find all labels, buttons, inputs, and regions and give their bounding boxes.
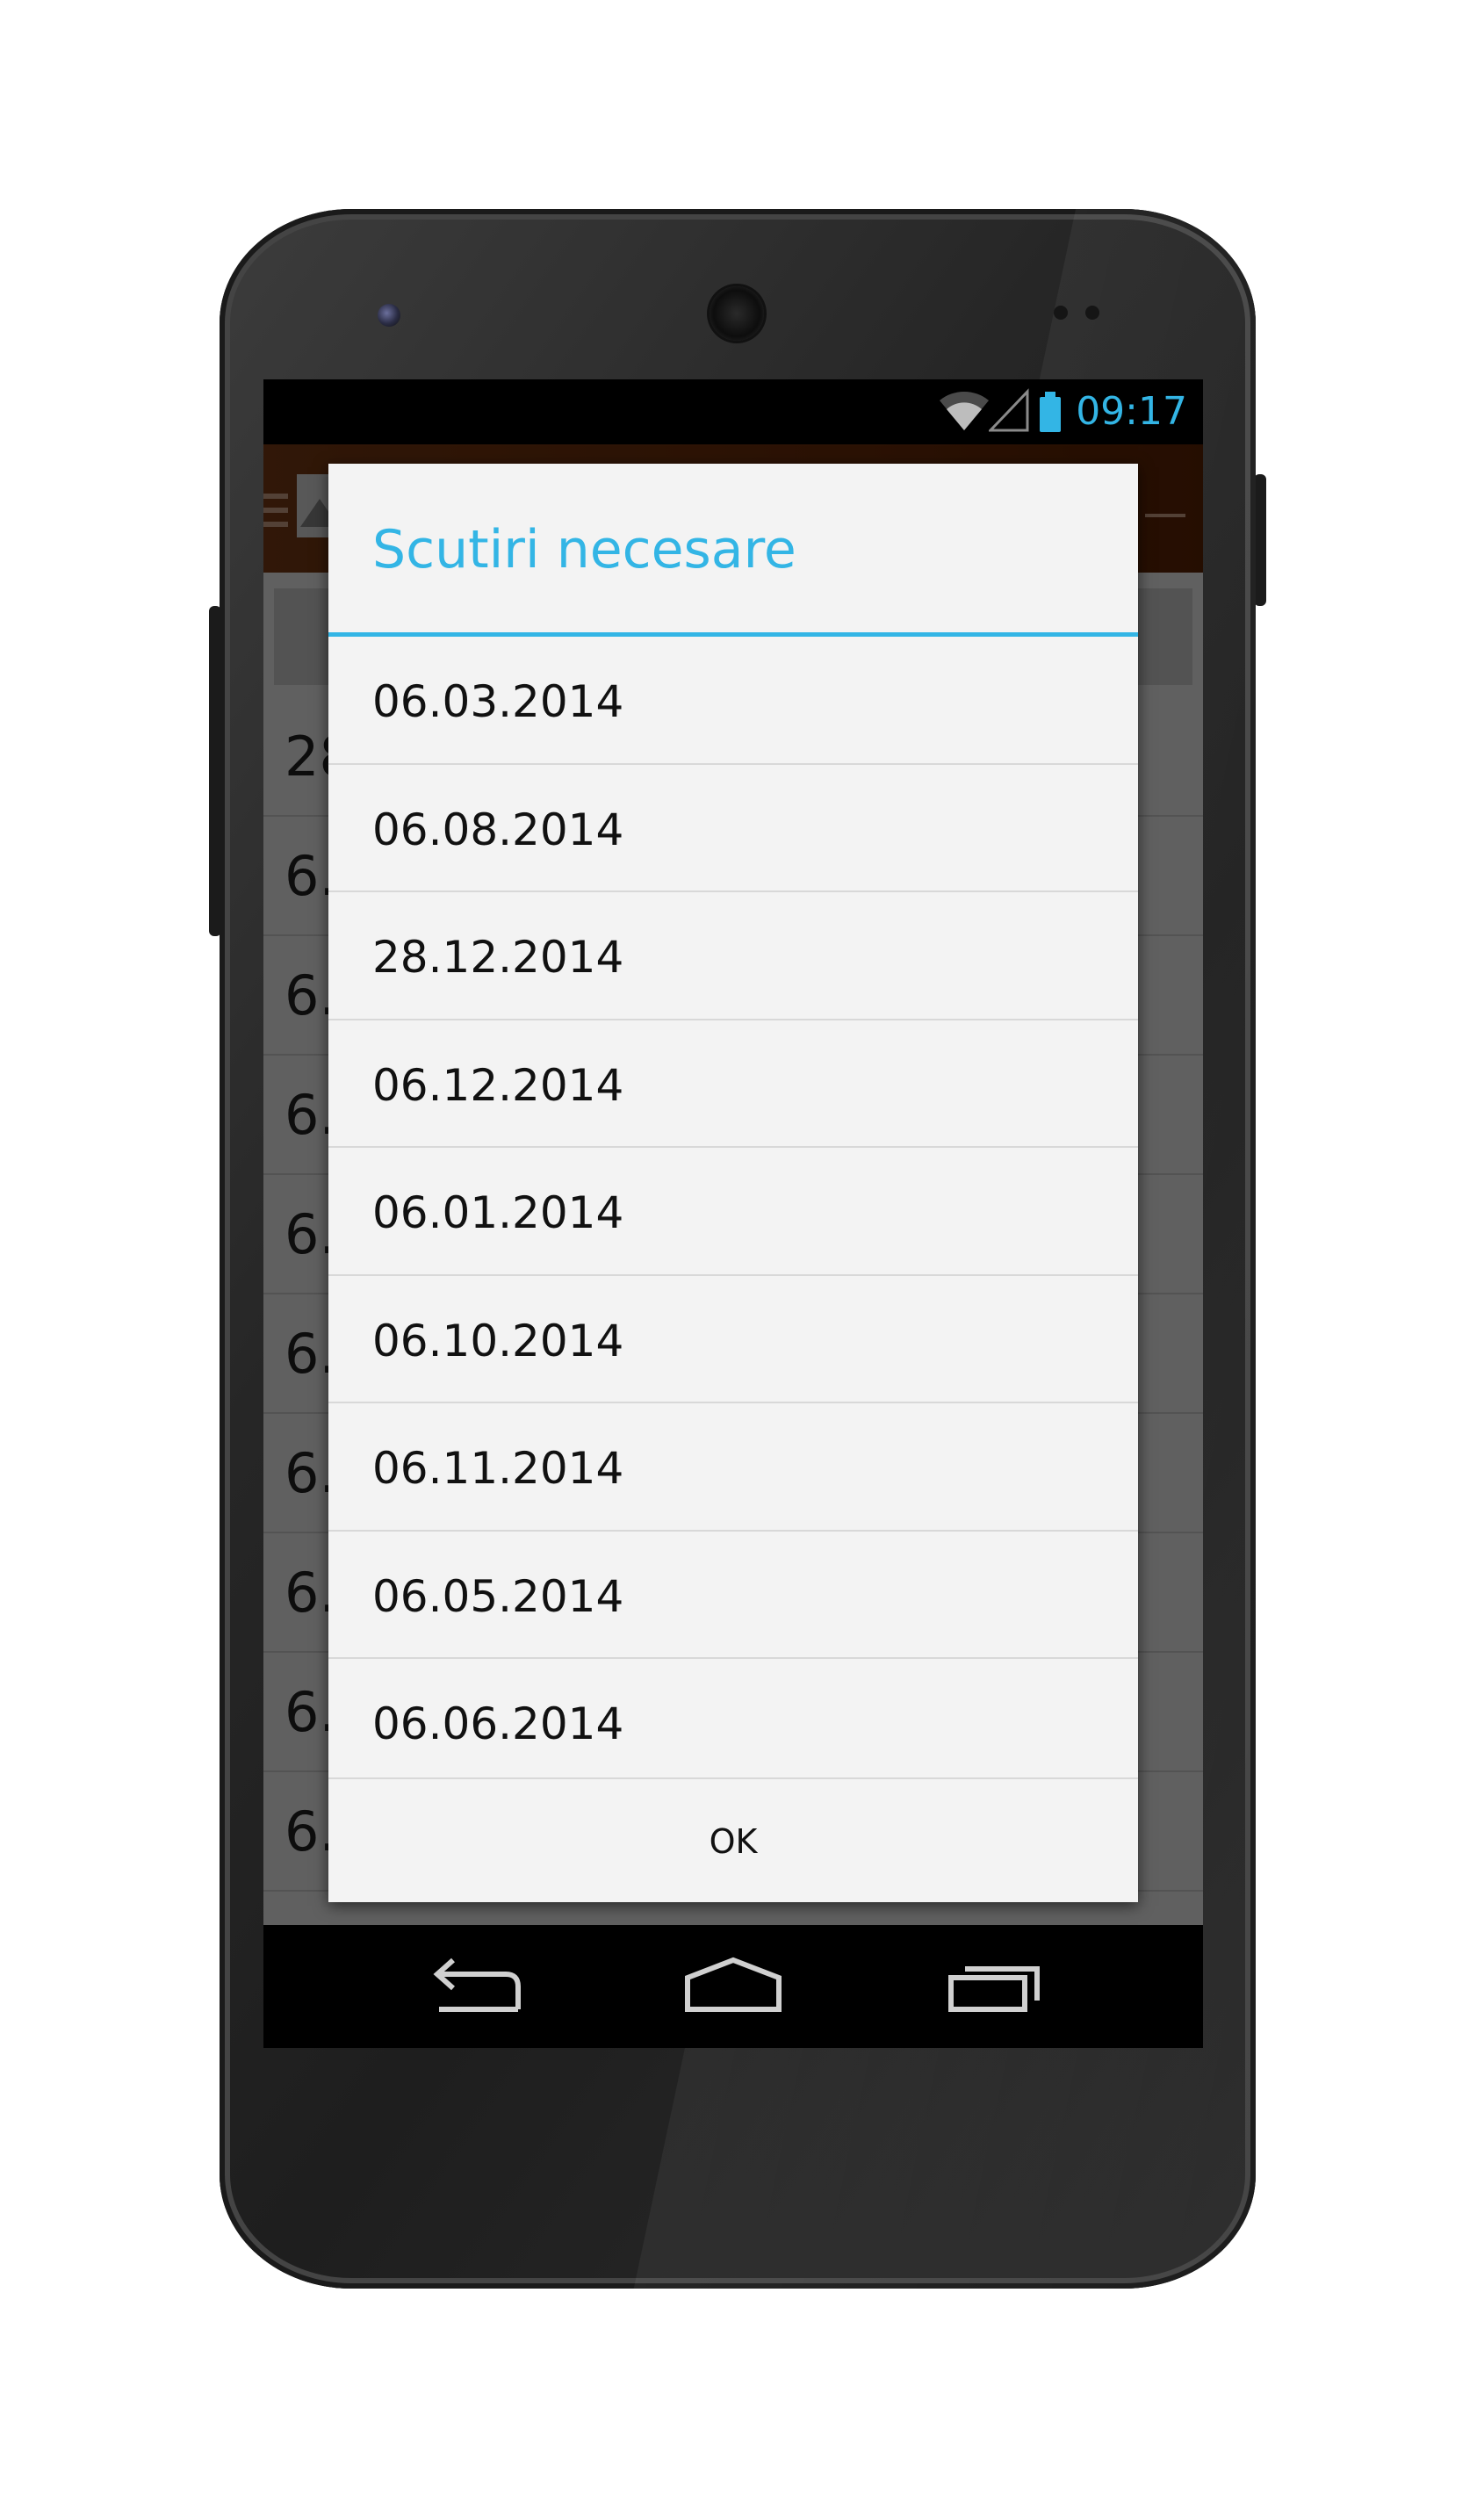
wifi-icon	[938, 388, 991, 436]
proximity-sensor	[1054, 306, 1068, 320]
dialog-button-bar: OK	[328, 1777, 1138, 1904]
dialog-title: Scutiri necesare	[372, 519, 796, 580]
status-bar: 09:17	[263, 379, 1203, 444]
dialog-list-item[interactable]: 06.11.2014	[328, 1403, 1138, 1532]
dialog-list-item[interactable]: 06.06.2014	[328, 1659, 1138, 1780]
dialog-list-item[interactable]: 06.08.2014	[328, 765, 1138, 892]
dialog-list-item[interactable]: 06.12.2014	[328, 1020, 1138, 1148]
status-time: 09:17	[1076, 389, 1187, 434]
dialog-list-item[interactable]: 06.01.2014	[328, 1148, 1138, 1276]
battery-icon	[1033, 388, 1068, 437]
light-sensor	[1085, 306, 1099, 320]
back-icon[interactable]	[421, 1951, 527, 2022]
earpiece-speaker	[710, 286, 764, 341]
front-camera	[378, 304, 400, 327]
signal-icon	[987, 388, 1029, 436]
dialog-list[interactable]: 06.03.2014 06.08.2014 28.12.2014 06.12.2…	[328, 637, 1138, 1780]
dialog-list-item[interactable]: 06.03.2014	[328, 637, 1138, 765]
dialog-list-item[interactable]: 28.12.2014	[328, 892, 1138, 1020]
navigation-bar	[263, 1925, 1203, 2048]
ok-button[interactable]: OK	[328, 1779, 1138, 1904]
dialog-list-item[interactable]: 06.05.2014	[328, 1532, 1138, 1659]
selection-dialog: Scutiri necesare 06.03.2014 06.08.2014 2…	[328, 464, 1138, 1902]
dialog-list-item[interactable]: 06.10.2014	[328, 1276, 1138, 1403]
power-button	[1254, 474, 1266, 606]
recent-apps-icon[interactable]	[944, 1951, 1049, 2022]
home-icon[interactable]	[681, 1951, 786, 2022]
